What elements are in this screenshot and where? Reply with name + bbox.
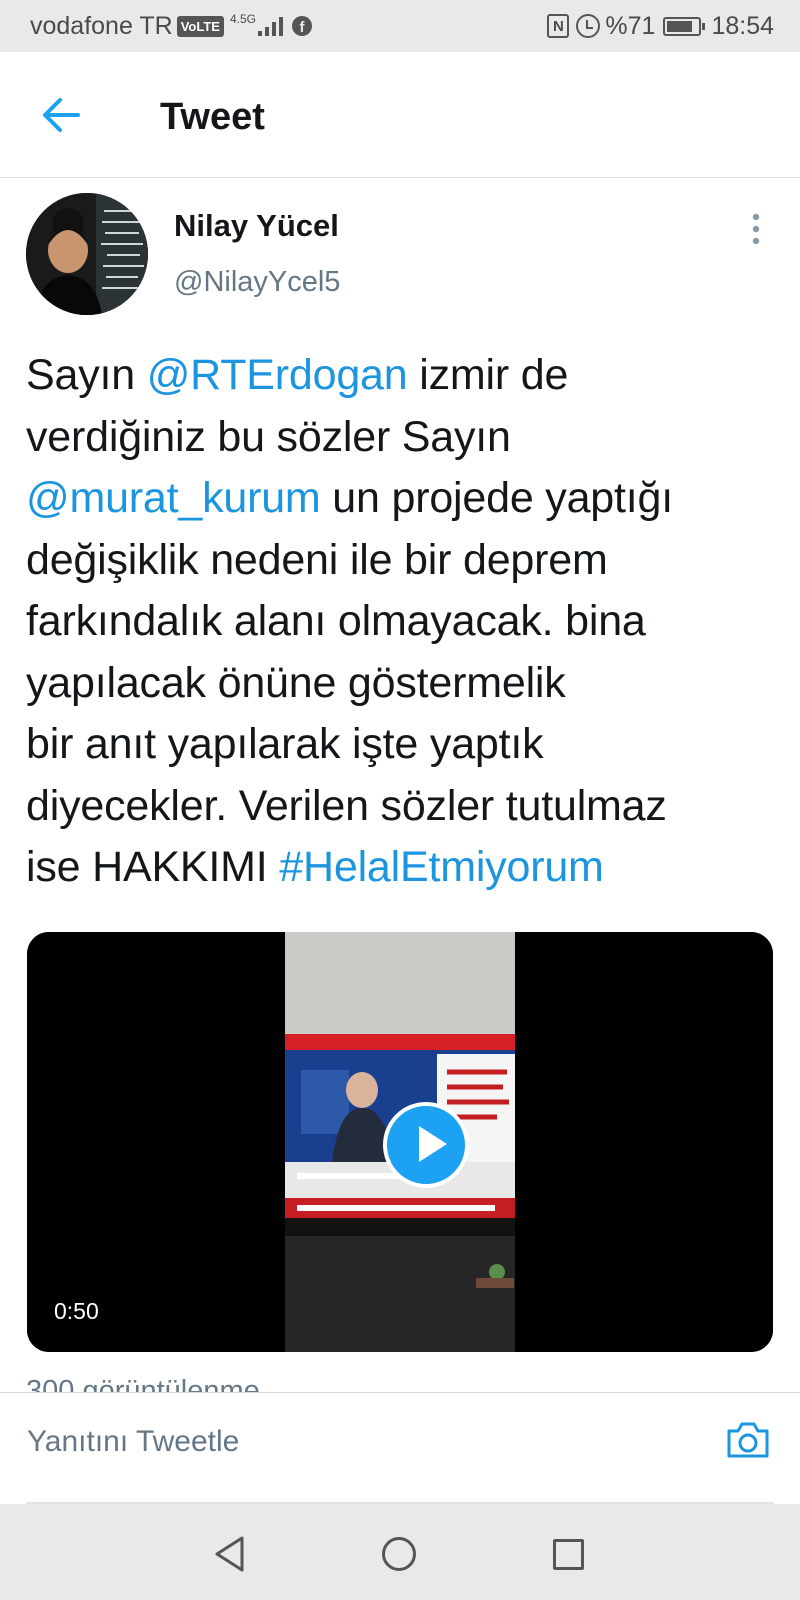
author-display-name[interactable]: Nilay Yücel [174,207,339,245]
system-navigation-bar [0,1504,800,1600]
avatar[interactable] [26,193,148,315]
video-player[interactable]: 0:50 [27,932,773,1352]
more-options-icon[interactable] [744,212,768,246]
tweet-text-segment: ise HAKKIMI [26,843,280,891]
status-bar: vodafone TR VoLTE 4.5G f N %71 18:54 [0,0,800,52]
video-duration: 0:50 [54,1298,99,1324]
tweet-text-segment: diyecekler. Verilen sözler tutulmaz [26,781,667,830]
tweet-text-segment: Sayın [26,351,147,399]
alarm-icon [576,14,601,38]
play-icon[interactable] [383,1102,469,1188]
view-count: 300 görüntülenme [26,1375,260,1393]
battery-fill [667,20,692,32]
carrier-name: vodafone TR [30,11,173,40]
status-time: 18:54 [711,11,774,40]
signal-icon [257,16,283,36]
tweet-text-segment: izmir de [407,351,569,399]
reply-input[interactable]: Yanıtını Tweetle [27,1423,239,1461]
tweet-text-segment: değişiklik nedeni ile bir deprem [26,535,608,584]
tweet-line: farkındalık alanı olmayacak. bina [26,591,786,653]
tweet-line: ise HAKKIMI #HelalEtmiyorum [26,837,786,899]
app-header: Tweet [0,52,800,178]
nav-back-icon[interactable] [212,1534,248,1574]
tweet-line: bir anıt yapılarak işte yaptık [26,714,786,776]
page-title: Tweet [160,96,265,138]
tweet-text-segment: bir anıt yapılarak işte yaptık [26,720,544,768]
network-type: 4.5G [229,12,256,26]
author-handle[interactable]: @NilayYcel5 [174,264,340,300]
volte-icon: VoLTE [176,15,224,37]
tweet-text-segment: un projede yaptığı [320,474,673,522]
arrow-left-icon[interactable] [40,95,82,135]
mention-link[interactable]: @RTErdogan [147,351,408,399]
nav-recents-icon[interactable] [553,1539,584,1570]
camera-icon[interactable] [724,1417,772,1463]
facebook-icon: f [291,16,312,36]
nfc-icon: N [547,14,570,38]
mention-link[interactable]: @murat_kurum [26,474,321,522]
reply-composer[interactable]: Yanıtını Tweetle [0,1392,800,1504]
tweet-line: Sayın @RTErdogan izmir de [26,345,786,407]
tweet-text-segment: farkındalık alanı olmayacak. bina [26,597,646,645]
tweet-text-segment: yapılacak önüne göstermelik [26,658,566,707]
tweet-text: Sayın @RTErdogan izmir de verdiğiniz bu … [26,345,786,899]
battery-icon [663,16,706,36]
tweet-line: diyecekler. Verilen sözler tutulmaz [26,776,786,838]
nav-home-icon[interactable] [382,1537,416,1571]
tweet-line: değişiklik nedeni ile bir deprem [26,530,786,592]
tweet-line: yapılacak önüne göstermelik [26,653,786,715]
hashtag-link[interactable]: #HelalEtmiyorum [279,843,604,891]
avatar-image [26,193,148,315]
battery-percent: %71 [605,11,656,40]
tweet-line: @murat_kurum un projede yaptığı [26,468,786,530]
tweet-text-segment: verdiğiniz bu sözler Sayın [26,412,511,461]
tweet-line: verdiğiniz bu sözler Sayın [26,407,786,469]
